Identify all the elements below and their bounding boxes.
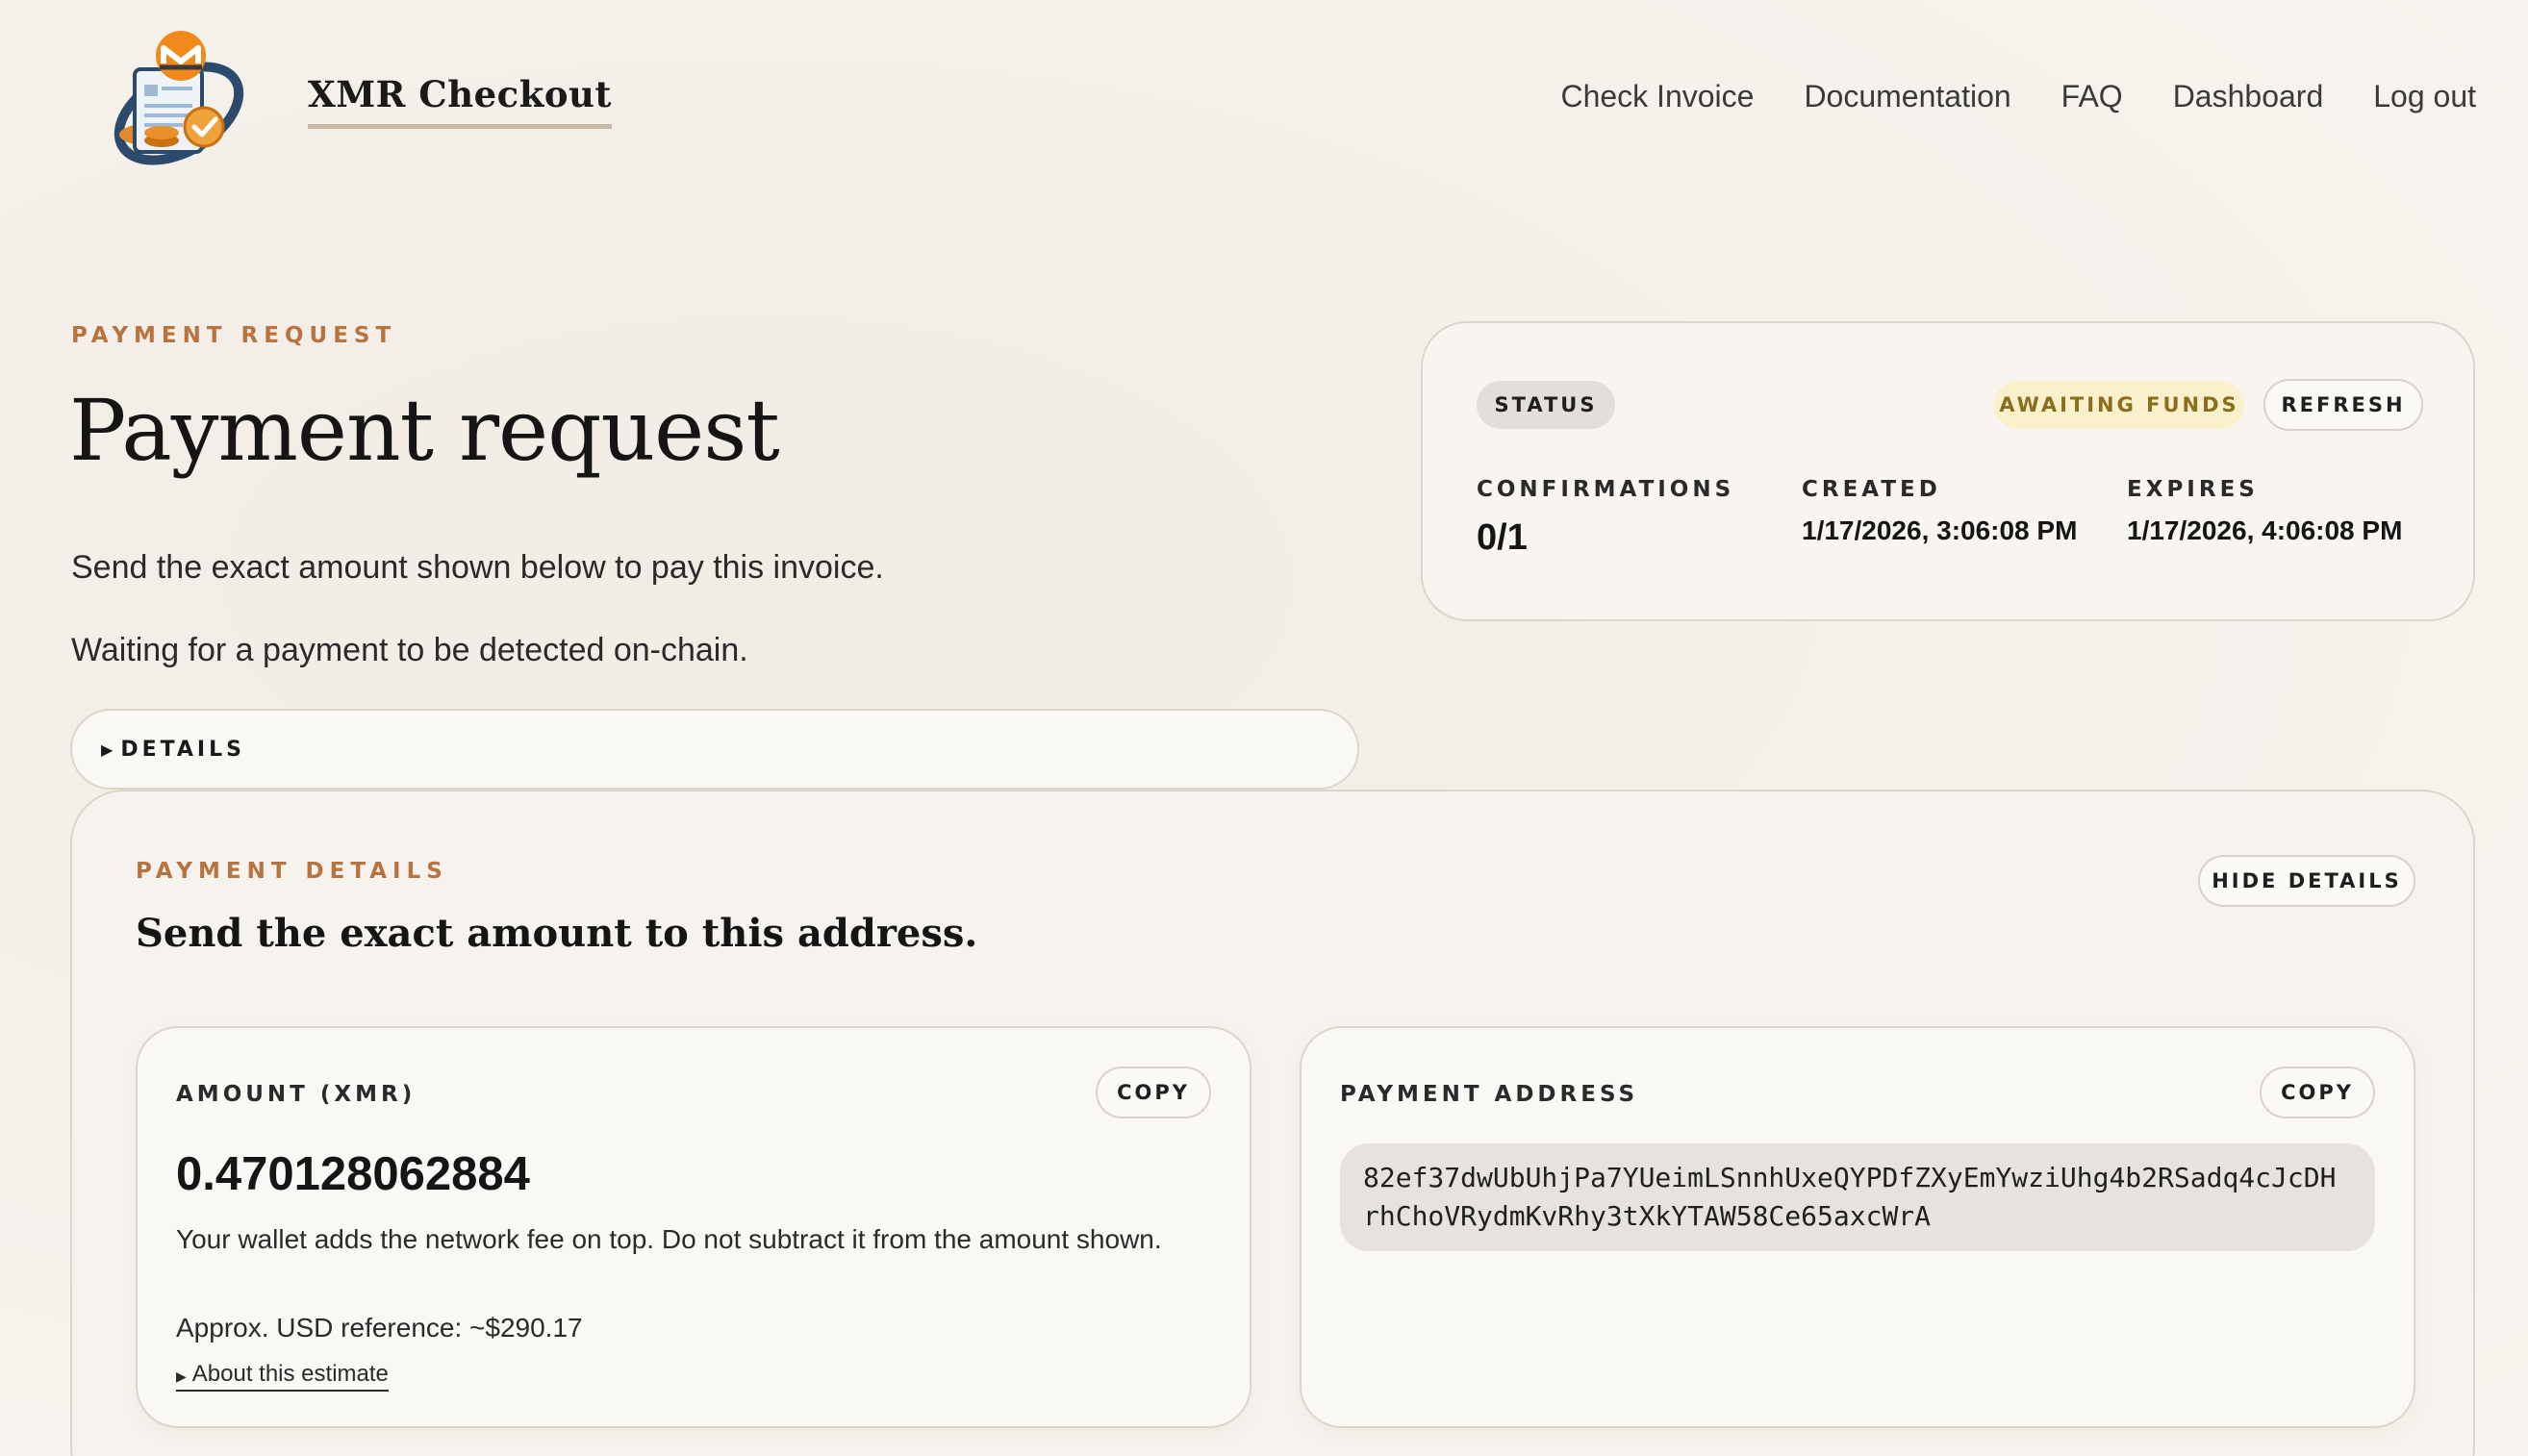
caret-right-icon: ▶ xyxy=(176,1368,187,1384)
usd-reference: Approx. USD reference: ~$290.17 xyxy=(176,1313,583,1343)
nav-dashboard[interactable]: Dashboard xyxy=(2173,79,2324,114)
refresh-button[interactable]: REFRESH xyxy=(2263,379,2423,431)
created-block: CREATED 1/17/2026, 3:06:08 PM xyxy=(1802,477,2077,546)
created-value: 1/17/2026, 3:06:08 PM xyxy=(1802,515,2078,545)
brand-name[interactable]: XMR Checkout xyxy=(308,75,613,129)
nav-documentation[interactable]: Documentation xyxy=(1804,79,2010,114)
address-label: PAYMENT ADDRESS xyxy=(1340,1082,1639,1107)
page-eyebrow: PAYMENT REQUEST xyxy=(71,323,397,348)
nav-faq[interactable]: FAQ xyxy=(2061,79,2123,114)
status-card: STATUS AWAITING FUNDS REFRESH CONFIRMATI… xyxy=(1421,321,2475,621)
expires-block: EXPIRES 1/17/2026, 4:06:08 PM xyxy=(2127,477,2402,546)
waiting-text: Waiting for a payment to be detected on-… xyxy=(71,632,748,668)
address-card: PAYMENT ADDRESS COPY 82ef37dwUbUhjPa7YUe… xyxy=(1300,1026,2415,1428)
confirmations-label: CONFIRMATIONS xyxy=(1477,477,1735,502)
fee-note: Your wallet adds the network fee on top.… xyxy=(176,1224,1162,1254)
main-nav: Check Invoice Documentation FAQ Dashboar… xyxy=(1560,79,2476,114)
nav-log-out[interactable]: Log out xyxy=(2373,79,2476,114)
about-estimate-toggle[interactable]: ▶ About this estimate xyxy=(176,1361,389,1392)
expires-value: 1/17/2026, 4:06:08 PM xyxy=(2127,515,2403,545)
expires-label: EXPIRES xyxy=(2127,477,2259,502)
status-label: STATUS xyxy=(1477,381,1615,429)
payment-details-title: Send the exact amount to this address. xyxy=(136,911,978,956)
hide-details-button[interactable]: HIDE DETAILS xyxy=(2198,855,2415,907)
status-badge: AWAITING FUNDS xyxy=(1994,381,2244,429)
payment-address-value[interactable]: 82ef37dwUbUhjPa7YUeimLSnnhUxeQYPDfZXyEmY… xyxy=(1340,1143,2375,1251)
created-label: CREATED xyxy=(1802,477,1941,502)
nav-check-invoice[interactable]: Check Invoice xyxy=(1560,79,1754,114)
amount-value: 0.470128062884 xyxy=(176,1148,530,1200)
caret-right-icon: ▶ xyxy=(101,740,114,759)
header: XMR Checkout Check Invoice Documentation… xyxy=(0,0,2528,202)
monero-invoice-logo-icon[interactable] xyxy=(100,27,250,169)
amount-label: AMOUNT (XMR) xyxy=(176,1082,417,1107)
copy-address-button[interactable]: COPY xyxy=(2260,1067,2375,1118)
payment-details-panel: PAYMENT DETAILS Send the exact amount to… xyxy=(70,790,2475,1456)
details-toggle-label: DETAILS xyxy=(120,737,245,762)
about-estimate-label: About this estimate xyxy=(191,1361,389,1387)
payment-details-eyebrow: PAYMENT DETAILS xyxy=(136,859,448,884)
confirmations-value: 0/1 xyxy=(1477,517,1528,558)
page-title: Payment request xyxy=(69,381,780,480)
details-toggle[interactable]: ▶ DETAILS xyxy=(70,709,1359,790)
amount-card: AMOUNT (XMR) COPY 0.470128062884 Your wa… xyxy=(136,1026,1251,1428)
confirmations-block: CONFIRMATIONS 0/1 xyxy=(1477,477,1734,559)
copy-amount-button[interactable]: COPY xyxy=(1096,1067,1211,1118)
instruction-text: Send the exact amount shown below to pay… xyxy=(71,549,884,586)
